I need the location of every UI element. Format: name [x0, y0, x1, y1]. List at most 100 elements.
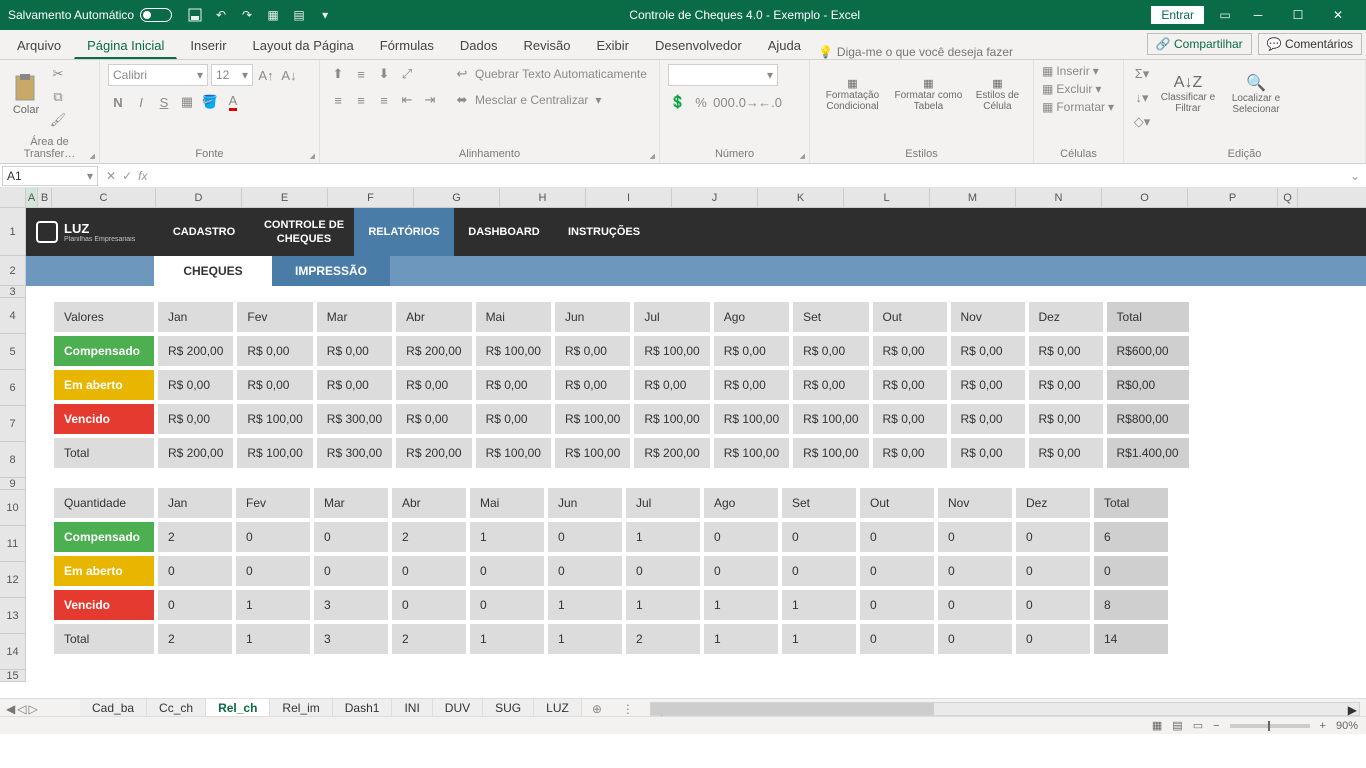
cell[interactable]: 8 [1094, 590, 1168, 620]
qa-more-icon[interactable]: ▾ [316, 6, 334, 24]
cell[interactable]: R$ 0,00 [634, 370, 709, 400]
clear-icon[interactable]: ◇▾ [1132, 112, 1152, 132]
redo-icon[interactable]: ↷ [238, 6, 256, 24]
sheet-content[interactable]: LUZPlanilhas Empresariais CADASTRO CONTR… [26, 208, 1366, 682]
cell[interactable]: 2 [392, 522, 466, 552]
row-header[interactable]: 11 [0, 526, 26, 562]
cell[interactable]: 0 [1016, 522, 1090, 552]
qa-icon[interactable]: ▦ [264, 6, 282, 24]
cell[interactable]: R$ 0,00 [158, 370, 233, 400]
border-icon[interactable]: ▦ [177, 92, 197, 112]
h-scrollbar[interactable]: ◀▶ [650, 702, 1360, 716]
cell[interactable]: R$ 0,00 [951, 336, 1025, 366]
menu-help[interactable]: Ajuda [755, 31, 814, 59]
cell[interactable]: 0 [236, 556, 310, 586]
cell[interactable]: 0 [860, 624, 934, 654]
tellme[interactable]: 💡 [814, 45, 1147, 59]
close-button[interactable]: ✕ [1318, 0, 1358, 30]
view-break-icon[interactable]: ▭ [1193, 719, 1203, 732]
row-header[interactable]: 2 [0, 256, 26, 286]
cell[interactable]: R$ 0,00 [555, 336, 630, 366]
undo-icon[interactable]: ↶ [212, 6, 230, 24]
comma-icon[interactable]: 000 [714, 92, 734, 112]
cut-icon[interactable]: ✂ [48, 64, 68, 84]
cell[interactable]: 0 [314, 556, 388, 586]
cell[interactable]: 1 [470, 624, 544, 654]
menu-insert[interactable]: Inserir [177, 31, 239, 59]
row-header[interactable]: 5 [0, 334, 26, 370]
cell[interactable]: R$ 0,00 [317, 336, 392, 366]
cell[interactable]: R$ 0,00 [555, 370, 630, 400]
cell[interactable]: 3 [314, 624, 388, 654]
col-header[interactable]: D [156, 188, 242, 207]
nav-controle[interactable]: CONTROLE DE CHEQUES [254, 218, 354, 246]
cell[interactable]: 2 [158, 522, 232, 552]
percent-icon[interactable]: % [691, 92, 711, 112]
find-select-button[interactable]: 🔍Localizar e Selecionar [1224, 64, 1288, 124]
ribbon-display-icon[interactable]: ▭ [1216, 6, 1234, 24]
col-header[interactable]: F [328, 188, 414, 207]
cell[interactable]: R$ 100,00 [476, 336, 551, 366]
cell[interactable]: R$800,00 [1107, 404, 1189, 434]
autosum-icon[interactable]: Σ▾ [1132, 64, 1152, 84]
menu-data[interactable]: Dados [447, 31, 511, 59]
cell[interactable]: 0 [782, 556, 856, 586]
row-header[interactable]: 13 [0, 598, 26, 634]
expand-formula-icon[interactable]: ⌄ [1344, 169, 1366, 183]
cell[interactable]: R$ 100,00 [714, 404, 789, 434]
cell[interactable]: 1 [704, 624, 778, 654]
row-header[interactable]: 3 [0, 286, 26, 298]
maximize-button[interactable]: ☐ [1278, 0, 1318, 30]
cell[interactable]: 1 [782, 624, 856, 654]
zoom-level[interactable]: 90% [1336, 720, 1358, 732]
conditional-format-button[interactable]: ▦Formatação Condicional [818, 64, 887, 124]
formula-bar[interactable] [153, 166, 1343, 186]
italic-icon[interactable]: I [131, 92, 151, 112]
cell[interactable]: R$ 100,00 [237, 404, 312, 434]
cell[interactable]: 0 [548, 556, 622, 586]
cell[interactable]: 3 [314, 590, 388, 620]
comments-button[interactable]: 💬 Comentários [1258, 33, 1362, 55]
cell[interactable]: 0 [704, 556, 778, 586]
cell[interactable]: R$ 100,00 [476, 438, 551, 468]
dec-decimal-icon[interactable]: ←.0 [760, 92, 780, 112]
cell[interactable]: 1 [470, 522, 544, 552]
format-painter-icon[interactable]: 🖌 [48, 110, 68, 130]
cell[interactable]: 0 [938, 522, 1012, 552]
font-color-icon[interactable]: A [223, 92, 243, 112]
cell[interactable]: R$ 200,00 [634, 438, 709, 468]
align-bottom-icon[interactable]: ⬇ [374, 64, 394, 84]
font-size[interactable]: 12▾ [211, 64, 253, 86]
align-top-icon[interactable]: ⬆ [328, 64, 348, 84]
menu-dev[interactable]: Desenvolvedor [642, 31, 755, 59]
orientation-icon[interactable]: ⤢ [397, 64, 417, 84]
cell[interactable]: R$ 0,00 [1029, 404, 1103, 434]
signin-button[interactable]: Entrar [1151, 6, 1204, 24]
zoom-in-icon[interactable]: + [1320, 720, 1326, 732]
cell[interactable]: 0 [236, 522, 310, 552]
grow-font-icon[interactable]: A↑ [256, 65, 276, 85]
cell[interactable]: 0 [392, 556, 466, 586]
cell[interactable]: 0 [1094, 556, 1168, 586]
cell[interactable]: 6 [1094, 522, 1168, 552]
cell-styles-button[interactable]: ▦Estilos de Célula [970, 64, 1025, 124]
menu-home[interactable]: Página Inicial [74, 31, 177, 59]
tellme-input[interactable] [837, 45, 1147, 59]
row-header[interactable]: 14 [0, 634, 26, 670]
col-header[interactable]: G [414, 188, 500, 207]
cell[interactable]: R$ 0,00 [396, 404, 471, 434]
col-header[interactable]: A [26, 188, 38, 207]
cell[interactable]: R$ 0,00 [873, 370, 947, 400]
qa-icon2[interactable]: ▤ [290, 6, 308, 24]
align-middle-icon[interactable]: ≡ [351, 64, 371, 84]
col-header[interactable]: L [844, 188, 930, 207]
cell[interactable]: R$ 0,00 [158, 404, 233, 434]
view-normal-icon[interactable]: ▦ [1152, 719, 1162, 732]
row-header[interactable]: 15 [0, 670, 26, 682]
share-button[interactable]: 🔗 Compartilhar [1147, 33, 1252, 55]
cell[interactable]: 1 [236, 624, 310, 654]
col-header[interactable]: O [1102, 188, 1188, 207]
col-header[interactable]: Q [1278, 188, 1298, 207]
view-layout-icon[interactable]: ▤ [1172, 719, 1182, 732]
autosave-toggle[interactable] [140, 8, 172, 22]
